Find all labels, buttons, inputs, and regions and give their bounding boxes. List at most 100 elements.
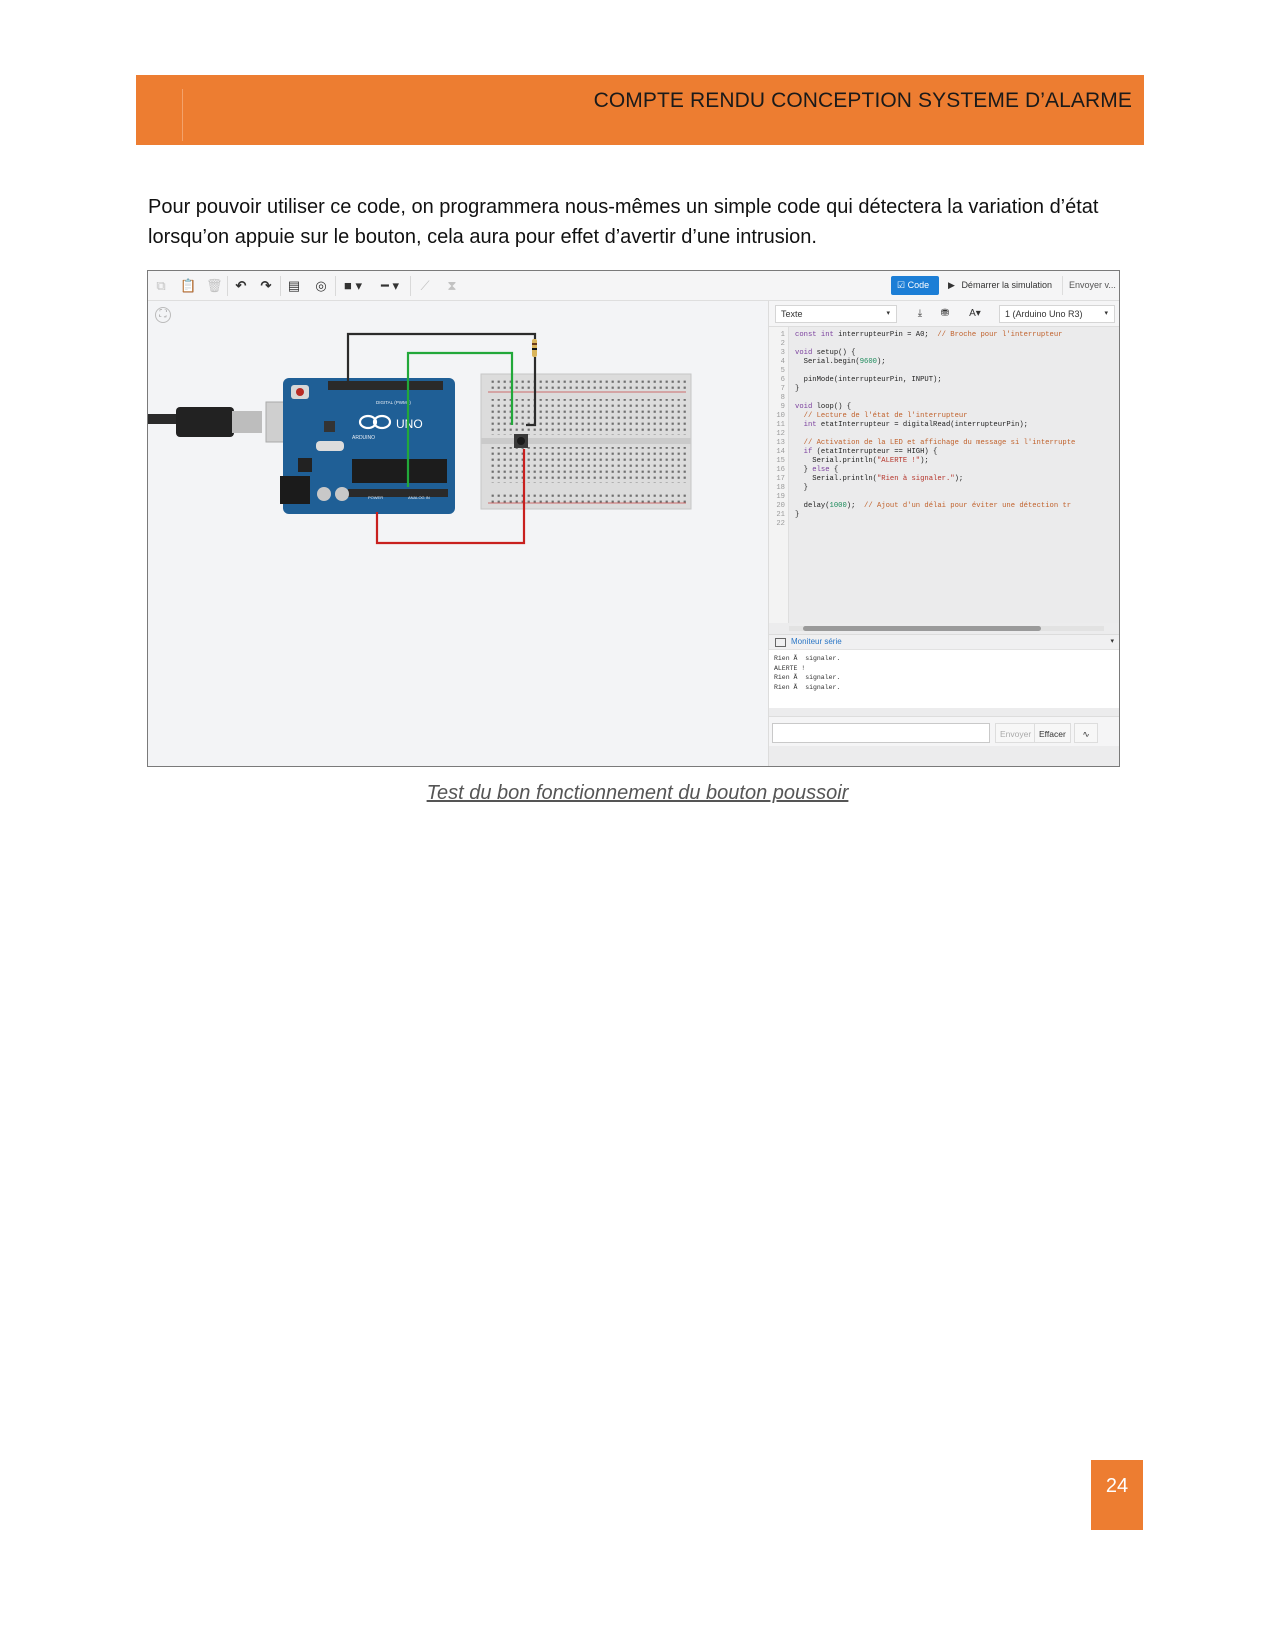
- code-line[interactable]: 17 Serial.println("Rien à signaler.");: [769, 475, 1119, 484]
- line-number: 6: [780, 376, 785, 384]
- line-number: 22: [776, 520, 785, 528]
- note-icon[interactable]: ▤: [286, 277, 302, 295]
- serial-monitor-title: Moniteur série: [791, 637, 842, 646]
- code-text: } else {: [795, 466, 839, 474]
- line-number: 4: [780, 358, 785, 366]
- code-line[interactable]: 10 // Lecture de l'état de l'interrupteu…: [769, 412, 1119, 421]
- monitor-icon: [775, 638, 786, 647]
- code-line[interactable]: 5: [769, 367, 1119, 376]
- code-line[interactable]: 4 Serial.begin(9600);: [769, 358, 1119, 367]
- redo-icon[interactable]: ↷: [259, 277, 273, 295]
- arduino-digital-label: DIGITAL (PWM~): [376, 400, 411, 405]
- code-text: Serial.println("Rien à signaler.");: [795, 475, 964, 483]
- code-editor-panel: Texte ▾ ⤓ ⛃ A▾ 1 (Arduino Uno R3) ▾ 1 con…: [768, 301, 1119, 766]
- body-paragraph: Pour pouvoir utiliser ce code, on progra…: [148, 196, 1099, 248]
- copy-icon[interactable]: ⧉: [154, 277, 168, 295]
- serial-send-button[interactable]: Envoyer: [995, 723, 1037, 743]
- code-text: const int interrupteurPin = A0; // Broch…: [795, 331, 1063, 339]
- toolbar-separator: [227, 276, 228, 296]
- code-line[interactable]: 21}: [769, 511, 1119, 520]
- code-line[interactable]: 16 } else {: [769, 466, 1119, 475]
- delete-icon[interactable]: 🗑: [206, 277, 223, 295]
- code-line[interactable]: 12: [769, 430, 1119, 439]
- serial-clear-button[interactable]: Effacer: [1034, 723, 1071, 743]
- code-text: Serial.begin(9600);: [795, 358, 886, 366]
- chevron-down-icon: ▾: [886, 310, 890, 317]
- code-line[interactable]: 8: [769, 394, 1119, 403]
- line-number: 8: [780, 394, 785, 402]
- start-simulation-label: Démarrer la simulation: [961, 280, 1052, 290]
- code-area[interactable]: 1 const int interrupteurPin = A0; // Broc…: [769, 327, 1119, 623]
- board-select[interactable]: 1 (Arduino Uno R3) ▾: [999, 305, 1115, 323]
- code-line[interactable]: 11 int etatInterrupteur = digitalRead(in…: [769, 421, 1119, 430]
- chevron-down-icon: ▾: [1104, 310, 1108, 317]
- toolbar: ⧉ 📋 🗑 ↶ ↷ ▤ ◎ ■ ▾ ━ ▾ ⟋ ⧗ ☑ Code ▶ Démar…: [148, 271, 1119, 301]
- font-size-icon[interactable]: A▾: [963, 306, 987, 322]
- code-icon: ☑: [897, 280, 906, 290]
- code-line[interactable]: 19: [769, 493, 1119, 502]
- circuit-diagram: ARDUINO UNO DIGITAL (PWM~) POWER ANALOG …: [148, 332, 692, 545]
- code-text: delay(1000); // Ajout d'un délai pour év…: [795, 502, 1072, 510]
- toolbar-separator: [280, 276, 281, 296]
- header-band: COMPTE RENDU CONCEPTION SYSTEME D’ALARME: [136, 75, 1144, 145]
- page-number: 24: [1091, 1460, 1143, 1530]
- line-number: 16: [776, 466, 785, 474]
- fill-color-icon[interactable]: ■ ▾: [342, 277, 364, 295]
- serial-input[interactable]: [772, 723, 990, 743]
- code-line[interactable]: 20 delay(1000); // Ajout d'un délai pour…: [769, 502, 1119, 511]
- code-line[interactable]: 18 }: [769, 484, 1119, 493]
- code-mode-value: Texte: [781, 309, 803, 319]
- line-number: 18: [776, 484, 785, 492]
- view-icon[interactable]: ◎: [313, 277, 329, 295]
- line-number: 5: [780, 367, 785, 375]
- code-line[interactable]: 9 void loop() {: [769, 403, 1119, 412]
- download-icon[interactable]: ⤓: [911, 306, 929, 322]
- serial-monitor-output: Rien Ã signaler. ALERTE ! Rien Ã signaler.…: [769, 650, 1119, 708]
- chevron-down-icon[interactable]: ▾: [1110, 637, 1114, 645]
- horizontal-scrollbar[interactable]: [789, 626, 1104, 631]
- serial-input-row: Envoyer Effacer ∿: [769, 716, 1119, 746]
- code-text: pinMode(interrupteurPin, INPUT);: [795, 376, 942, 384]
- undo-icon[interactable]: ↶: [234, 277, 248, 295]
- code-line[interactable]: 15 Serial.println("ALERTE !");: [769, 457, 1119, 466]
- code-line[interactable]: 22: [769, 520, 1119, 529]
- code-text: void setup() {: [795, 349, 856, 357]
- editor-toolbar: Texte ▾ ⤓ ⛃ A▾ 1 (Arduino Uno R3) ▾: [769, 301, 1119, 327]
- code-line[interactable]: 3 void setup() {: [769, 349, 1119, 358]
- code-line[interactable]: 7}: [769, 385, 1119, 394]
- figure-caption: Test du bon fonctionnement du bouton pou…: [426, 782, 849, 804]
- code-line[interactable]: 2: [769, 340, 1119, 349]
- line-number: 7: [780, 385, 785, 393]
- line-style-icon[interactable]: ━ ▾: [376, 277, 404, 295]
- code-line[interactable]: 1 const int interrupteurPin = A0; // Broc…: [769, 331, 1119, 340]
- line-number: 2: [780, 340, 785, 348]
- code-label: Code: [907, 280, 930, 290]
- line-number: 15: [776, 457, 785, 465]
- toolbar-separator: [335, 276, 336, 296]
- toolbar-separator: [410, 276, 411, 296]
- upload-icon[interactable]: ⛃: [936, 306, 954, 322]
- rotate-icon[interactable]: ⟋: [418, 277, 432, 295]
- graph-icon[interactable]: ∿: [1074, 723, 1098, 743]
- line-number: 1: [780, 331, 785, 339]
- line-number: 13: [776, 439, 785, 447]
- line-number: 12: [776, 430, 785, 438]
- code-text: // Lecture de l'état de l'interrupteur: [803, 412, 968, 420]
- circuit-canvas[interactable]: ⛶ ARDUINO UNO DIGITAL (PWM~) POWER ANALO…: [148, 301, 768, 766]
- code-line[interactable]: 6 pinMode(interrupteurPin, INPUT);: [769, 376, 1119, 385]
- line-number: 19: [776, 493, 785, 501]
- flip-icon[interactable]: ⧗: [444, 277, 460, 295]
- start-simulation-button[interactable]: ▶ Démarrer la simulation: [948, 276, 1052, 295]
- code-line[interactable]: 13 // Activation de la LED et affichage …: [769, 439, 1119, 448]
- header-title: COMPTE RENDU CONCEPTION SYSTEME D’ALARME: [593, 89, 1132, 112]
- push-button: [514, 434, 528, 448]
- arduino-board: ARDUINO UNO DIGITAL (PWM~) POWER ANALOG …: [280, 378, 455, 514]
- code-text: void loop() {: [795, 403, 852, 411]
- board-select-value: 1 (Arduino Uno R3): [1005, 309, 1083, 319]
- paste-icon[interactable]: 📋: [180, 277, 196, 295]
- scrollbar-thumb[interactable]: [803, 626, 1041, 631]
- send-to-button[interactable]: Envoyer v...: [1062, 276, 1116, 295]
- code-mode-select[interactable]: Texte ▾: [775, 305, 897, 323]
- code-button[interactable]: ☑ Code: [891, 276, 939, 295]
- code-line[interactable]: 14 if (etatInterrupteur == HIGH) {: [769, 448, 1119, 457]
